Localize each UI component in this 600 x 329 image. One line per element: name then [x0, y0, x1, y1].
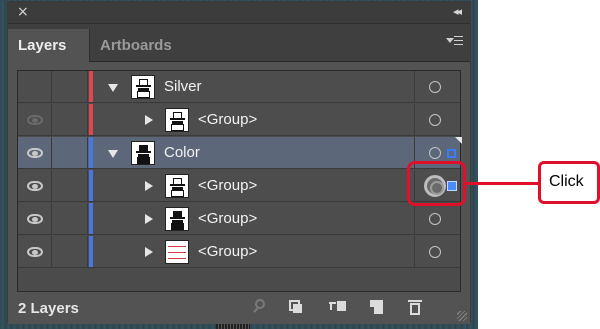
layers-panel: × ◂◂ Layers Artboards Silver <Group> Col… [7, 1, 471, 324]
expand-triangle-icon[interactable] [108, 84, 118, 92]
layer-row-group[interactable]: <Group> [18, 104, 460, 136]
visibility-toggle[interactable] [18, 137, 52, 168]
eye-icon [27, 181, 43, 191]
panel-footer: 2 Layers [8, 292, 470, 324]
layer-thumbnail [131, 75, 155, 99]
target-circle-icon[interactable] [429, 147, 441, 159]
tab-layers[interactable]: Layers [8, 29, 90, 62]
lock-toggle[interactable] [52, 236, 88, 267]
layer-thumbnail [165, 108, 189, 132]
target-cell [414, 236, 462, 267]
layer-color-bar [89, 203, 93, 234]
target-cell [414, 71, 462, 102]
eye-icon [27, 214, 43, 224]
new-sublayer-icon[interactable] [328, 298, 346, 316]
layer-name[interactable]: <Group> [198, 243, 257, 260]
annotation-highlight [407, 161, 466, 206]
visibility-toggle[interactable] [18, 104, 52, 135]
layer-row-color[interactable]: Color [18, 137, 462, 169]
eye-icon [27, 247, 43, 257]
target-circle-icon[interactable] [429, 81, 441, 93]
lock-toggle[interactable] [52, 203, 88, 234]
expand-triangle-icon[interactable] [145, 181, 153, 191]
layer-thumbnail [131, 141, 155, 165]
panel-drag-handle[interactable] [216, 324, 250, 329]
expand-triangle-icon[interactable] [145, 115, 153, 125]
layer-name[interactable]: <Group> [198, 111, 257, 128]
collapse-panel-icon[interactable]: ◂◂ [453, 5, 462, 18]
clipping-mask-icon[interactable] [287, 298, 305, 316]
target-cell [414, 104, 462, 135]
resize-grip-icon[interactable] [457, 311, 467, 321]
layer-row-group[interactable]: <Group> [18, 236, 460, 268]
layer-name[interactable]: <Group> [198, 177, 257, 194]
trash-icon[interactable] [406, 298, 424, 316]
layer-thumbnail [165, 174, 189, 198]
search-icon[interactable] [253, 298, 271, 316]
layer-color-bar [89, 71, 93, 102]
layer-row-group[interactable]: <Group> [18, 203, 460, 235]
annotation-leader-line [466, 182, 538, 185]
expand-triangle-icon[interactable] [108, 150, 118, 158]
annotation-label: Click [549, 173, 584, 190]
selection-indicator-icon[interactable] [447, 149, 456, 158]
visibility-toggle[interactable] [18, 203, 52, 234]
panel-menu-icon[interactable] [446, 34, 463, 48]
layer-row-group[interactable]: <Group> [18, 170, 460, 202]
eye-icon [27, 148, 43, 158]
layer-list: Silver <Group> Color <Group> <Group> <Gr… [17, 70, 462, 292]
layer-thumbnail [165, 207, 189, 231]
lock-toggle[interactable] [52, 71, 88, 102]
expand-triangle-icon[interactable] [145, 247, 153, 257]
layer-name[interactable]: Silver [164, 78, 202, 95]
layer-color-bar [89, 170, 93, 201]
annotation-callout: Click [538, 161, 600, 204]
lock-toggle[interactable] [52, 104, 88, 135]
layer-color-bar [89, 236, 93, 267]
layer-name[interactable]: <Group> [198, 210, 257, 227]
lock-toggle[interactable] [52, 170, 88, 201]
visibility-toggle[interactable] [18, 170, 52, 201]
target-circle-icon[interactable] [429, 114, 441, 126]
layer-count-label: 2 Layers [18, 300, 79, 317]
target-cell [414, 203, 462, 234]
target-circle-icon[interactable] [429, 246, 441, 258]
target-circle-icon[interactable] [429, 213, 441, 225]
visibility-toggle[interactable] [18, 71, 52, 102]
layer-color-bar [89, 137, 93, 168]
visibility-toggle[interactable] [18, 236, 52, 267]
panel-title-bar: × ◂◂ [8, 2, 470, 24]
new-layer-icon[interactable] [367, 298, 385, 316]
current-layer-indicator-icon [455, 137, 462, 144]
layer-color-bar [89, 104, 93, 135]
layer-name[interactable]: Color [164, 144, 200, 161]
tab-artboards[interactable]: Artboards [90, 29, 182, 62]
layer-thumbnail [165, 240, 189, 264]
layer-row-silver[interactable]: Silver [18, 71, 460, 103]
lock-toggle[interactable] [52, 137, 88, 168]
tab-bar: Layers Artboards [8, 24, 470, 62]
expand-triangle-icon[interactable] [145, 214, 153, 224]
close-icon[interactable]: × [17, 4, 29, 20]
eye-icon [27, 115, 43, 125]
